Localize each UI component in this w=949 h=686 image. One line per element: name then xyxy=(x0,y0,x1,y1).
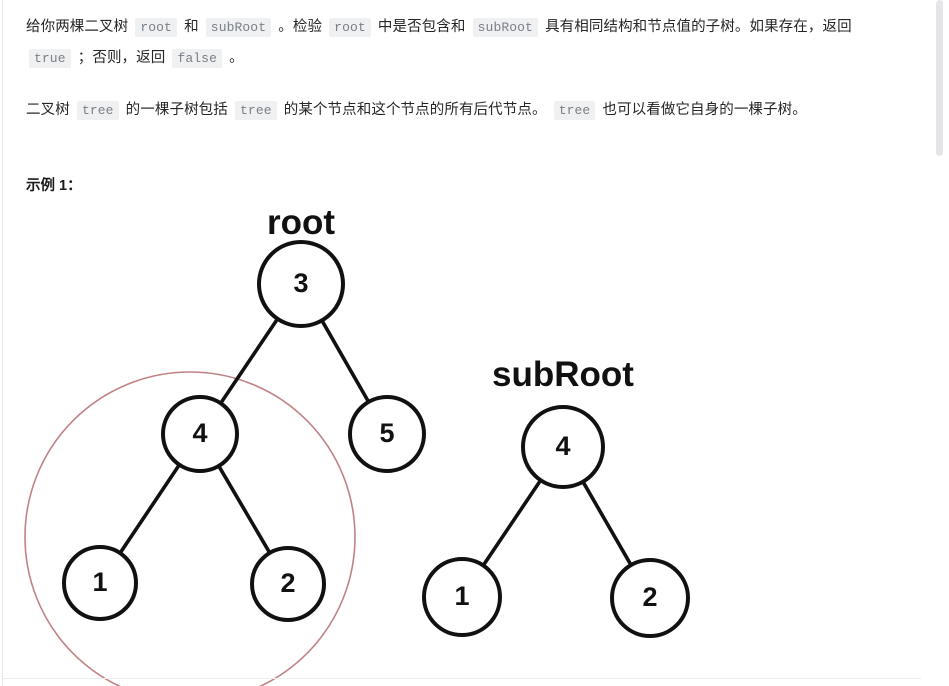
problem-statement: 给你两棵二叉树 root 和 subRoot 。检验 root 中是否包含和 s… xyxy=(0,0,921,126)
root-tree-edges xyxy=(117,316,371,556)
paragraph-2: 二叉树 tree 的一棵子树包括 tree 的某个节点和这个节点的所有后代节点。… xyxy=(26,101,807,120)
inline-code-token: true xyxy=(29,49,71,68)
inline-code-token: tree xyxy=(235,101,277,120)
vertical-scrollbar[interactable] xyxy=(935,0,949,686)
subroot-tree-edges xyxy=(480,477,634,569)
paragraph-1: 给你两棵二叉树 root 和 subRoot 。检验 root 中是否包含和 s… xyxy=(26,18,852,68)
inline-code-token: subRoot xyxy=(205,18,272,37)
subroot-tree-title: subRoot xyxy=(492,355,634,394)
tree-edge xyxy=(218,316,280,406)
tree-edge xyxy=(216,463,273,556)
inline-code-token: root xyxy=(329,18,371,37)
problem-description-panel: 给你两棵二叉树 root 和 subRoot 。检验 root 中是否包含和 s… xyxy=(0,0,921,686)
tree-edge xyxy=(117,462,182,556)
example-1-figure: root 3 4 5 1 2 subRoot 4 1 2 xyxy=(0,186,921,686)
tree-edge xyxy=(580,478,634,568)
subroot-tree-nodes: 4 1 2 xyxy=(422,405,690,638)
panel-bottom-rule xyxy=(3,678,921,679)
binary-tree-diagram: root 3 4 5 1 2 subRoot 4 1 2 xyxy=(24,203,690,686)
root-tree-nodes: 3 4 5 1 2 xyxy=(62,240,426,622)
tree-node-label: 2 xyxy=(280,568,295,598)
tree-node-label: 1 xyxy=(92,567,107,597)
subroot-tree-group: subRoot 4 1 2 xyxy=(422,355,690,638)
example-1-heading: 示例 1： xyxy=(26,178,82,194)
inline-code-token: tree xyxy=(553,101,596,120)
tree-edge xyxy=(480,477,544,569)
vertical-scrollbar-thumb[interactable] xyxy=(936,0,943,156)
inline-code-token: root xyxy=(135,18,177,37)
tree-node-label: 5 xyxy=(379,418,394,448)
root-tree-group: root 3 4 5 1 2 xyxy=(62,203,426,622)
tree-node-label: 3 xyxy=(293,268,308,298)
tree-edge xyxy=(319,317,371,405)
inline-code-token: tree xyxy=(76,101,119,120)
inline-code-token: subRoot xyxy=(472,18,538,37)
root-tree-title: root xyxy=(267,203,335,242)
tree-node-label: 4 xyxy=(192,418,207,448)
inline-code-token: false xyxy=(172,49,222,68)
tree-node-label: 1 xyxy=(454,581,469,611)
tree-node-label: 2 xyxy=(642,582,657,612)
tree-node-label: 4 xyxy=(555,431,570,461)
